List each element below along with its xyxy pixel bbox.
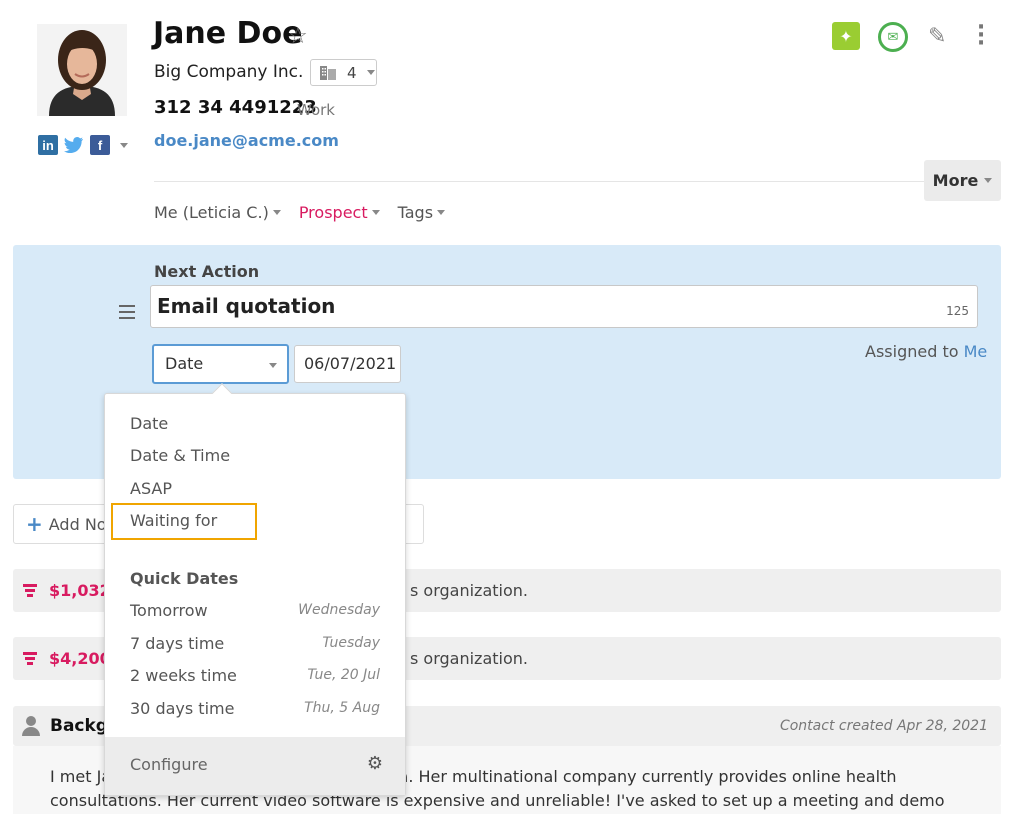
- assigned-label: Assigned to: [865, 342, 959, 361]
- contact-phone[interactable]: 312 34 4491223: [154, 97, 317, 118]
- contact-created-date: Contact created Apr 28, 2021: [779, 718, 988, 734]
- contact-name: Jane Doe: [153, 16, 303, 51]
- menu-option-waiting-for[interactable]: Waiting for: [130, 511, 217, 530]
- menu-option-date-time[interactable]: Date & Time: [130, 446, 230, 465]
- status-dropdown[interactable]: Prospect: [299, 203, 380, 222]
- twitter-icon[interactable]: [64, 135, 84, 155]
- quick-date-label: 7 days time: [130, 634, 225, 653]
- quick-date-tomorrow[interactable]: Tomorrow Wednesday: [130, 601, 380, 620]
- person-icon: [22, 716, 40, 736]
- chevron-down-icon: [366, 70, 375, 75]
- menu-option-date[interactable]: Date: [130, 414, 168, 433]
- background-text-line1b: lorida. Her multinational company curren…: [363, 767, 897, 786]
- quick-date-day: Tue, 20 Jul: [307, 667, 380, 683]
- facebook-icon[interactable]: f: [90, 135, 110, 155]
- email-sync-icon[interactable]: ✉: [878, 22, 908, 52]
- edit-pencil-icon[interactable]: ✎: [928, 24, 946, 49]
- more-button[interactable]: More: [924, 160, 1001, 201]
- menu-option-asap[interactable]: ASAP: [130, 479, 172, 498]
- kebab-menu-icon[interactable]: · · ·: [976, 17, 986, 55]
- magic-wand-icon[interactable]: ✦: [832, 22, 860, 50]
- divider: [154, 181, 924, 182]
- quick-date-day: Wednesday: [298, 602, 380, 618]
- quick-date-2-weeks[interactable]: 2 weeks time Tue, 20 Jul: [130, 666, 380, 685]
- company-count-dropdown[interactable]: 4: [310, 59, 377, 86]
- char-count: 125: [946, 304, 969, 318]
- contact-meta-row: Me (Leticia C.) Prospect Tags: [154, 203, 446, 222]
- owner-dropdown[interactable]: Me (Leticia C.): [154, 203, 281, 222]
- assigned-user-link[interactable]: Me: [964, 342, 988, 361]
- quick-date-label: 30 days time: [130, 699, 235, 718]
- date-type-value: Date: [165, 354, 204, 373]
- date-input[interactable]: 06/07/2021: [294, 345, 401, 383]
- deal-amount: $4,200: [49, 649, 111, 668]
- contact-avatar: [37, 24, 127, 116]
- chevron-down-icon: [272, 210, 281, 215]
- phone-type: Work: [297, 101, 335, 119]
- status-label: Prospect: [298, 203, 368, 222]
- quick-date-label: Tomorrow: [130, 601, 208, 620]
- favorite-star-icon[interactable]: ☆: [288, 24, 308, 49]
- chevron-down-icon: [371, 210, 380, 215]
- contact-email[interactable]: doe.jane@acme.com: [154, 131, 339, 150]
- quick-date-7-days[interactable]: 7 days time Tuesday: [130, 634, 380, 653]
- linkedin-icon[interactable]: in: [38, 135, 58, 155]
- deal-text: s organization.: [410, 581, 528, 600]
- tags-label: Tags: [397, 203, 434, 222]
- tags-dropdown[interactable]: Tags: [397, 203, 446, 222]
- building-icon: [320, 65, 336, 80]
- deal-text: s organization.: [410, 649, 528, 668]
- quick-date-day: Tuesday: [322, 635, 380, 651]
- date-type-dropdown-menu: Date Date & Time ASAP Waiting for Quick …: [104, 383, 406, 796]
- funnel-icon: [23, 651, 37, 666]
- funnel-icon: [23, 583, 37, 598]
- next-action-title: Next Action: [154, 262, 260, 281]
- social-links: in f: [38, 135, 128, 155]
- list-icon[interactable]: [119, 305, 135, 319]
- more-button-label: More: [932, 171, 979, 190]
- plus-icon: +: [26, 512, 43, 536]
- configure-button[interactable]: Configure ⚙: [105, 737, 405, 795]
- deal-amount: $1,032: [49, 581, 111, 600]
- social-more-caret-icon[interactable]: [120, 142, 128, 148]
- quick-date-30-days[interactable]: 30 days time Thu, 5 Aug: [130, 699, 380, 718]
- chevron-down-icon: [437, 210, 446, 215]
- quick-dates-title: Quick Dates: [130, 569, 239, 588]
- configure-label: Configure: [130, 755, 208, 774]
- quick-date-label: 2 weeks time: [130, 666, 237, 685]
- contact-company[interactable]: Big Company Inc.: [154, 62, 303, 82]
- next-action-value: Email quotation: [157, 294, 336, 318]
- date-type-select[interactable]: Date: [152, 344, 289, 384]
- background-text-line1a: I met Ja: [50, 767, 112, 786]
- next-action-input[interactable]: Email quotation 125: [150, 285, 978, 328]
- chevron-down-icon: [269, 363, 277, 368]
- gear-icon: ⚙: [366, 753, 383, 774]
- owner-label: Me (Leticia C.): [154, 203, 269, 222]
- assigned-to: Assigned to Me: [865, 342, 987, 361]
- company-count: 4: [347, 63, 357, 82]
- chevron-down-icon: [984, 178, 993, 183]
- quick-date-day: Thu, 5 Aug: [304, 700, 380, 716]
